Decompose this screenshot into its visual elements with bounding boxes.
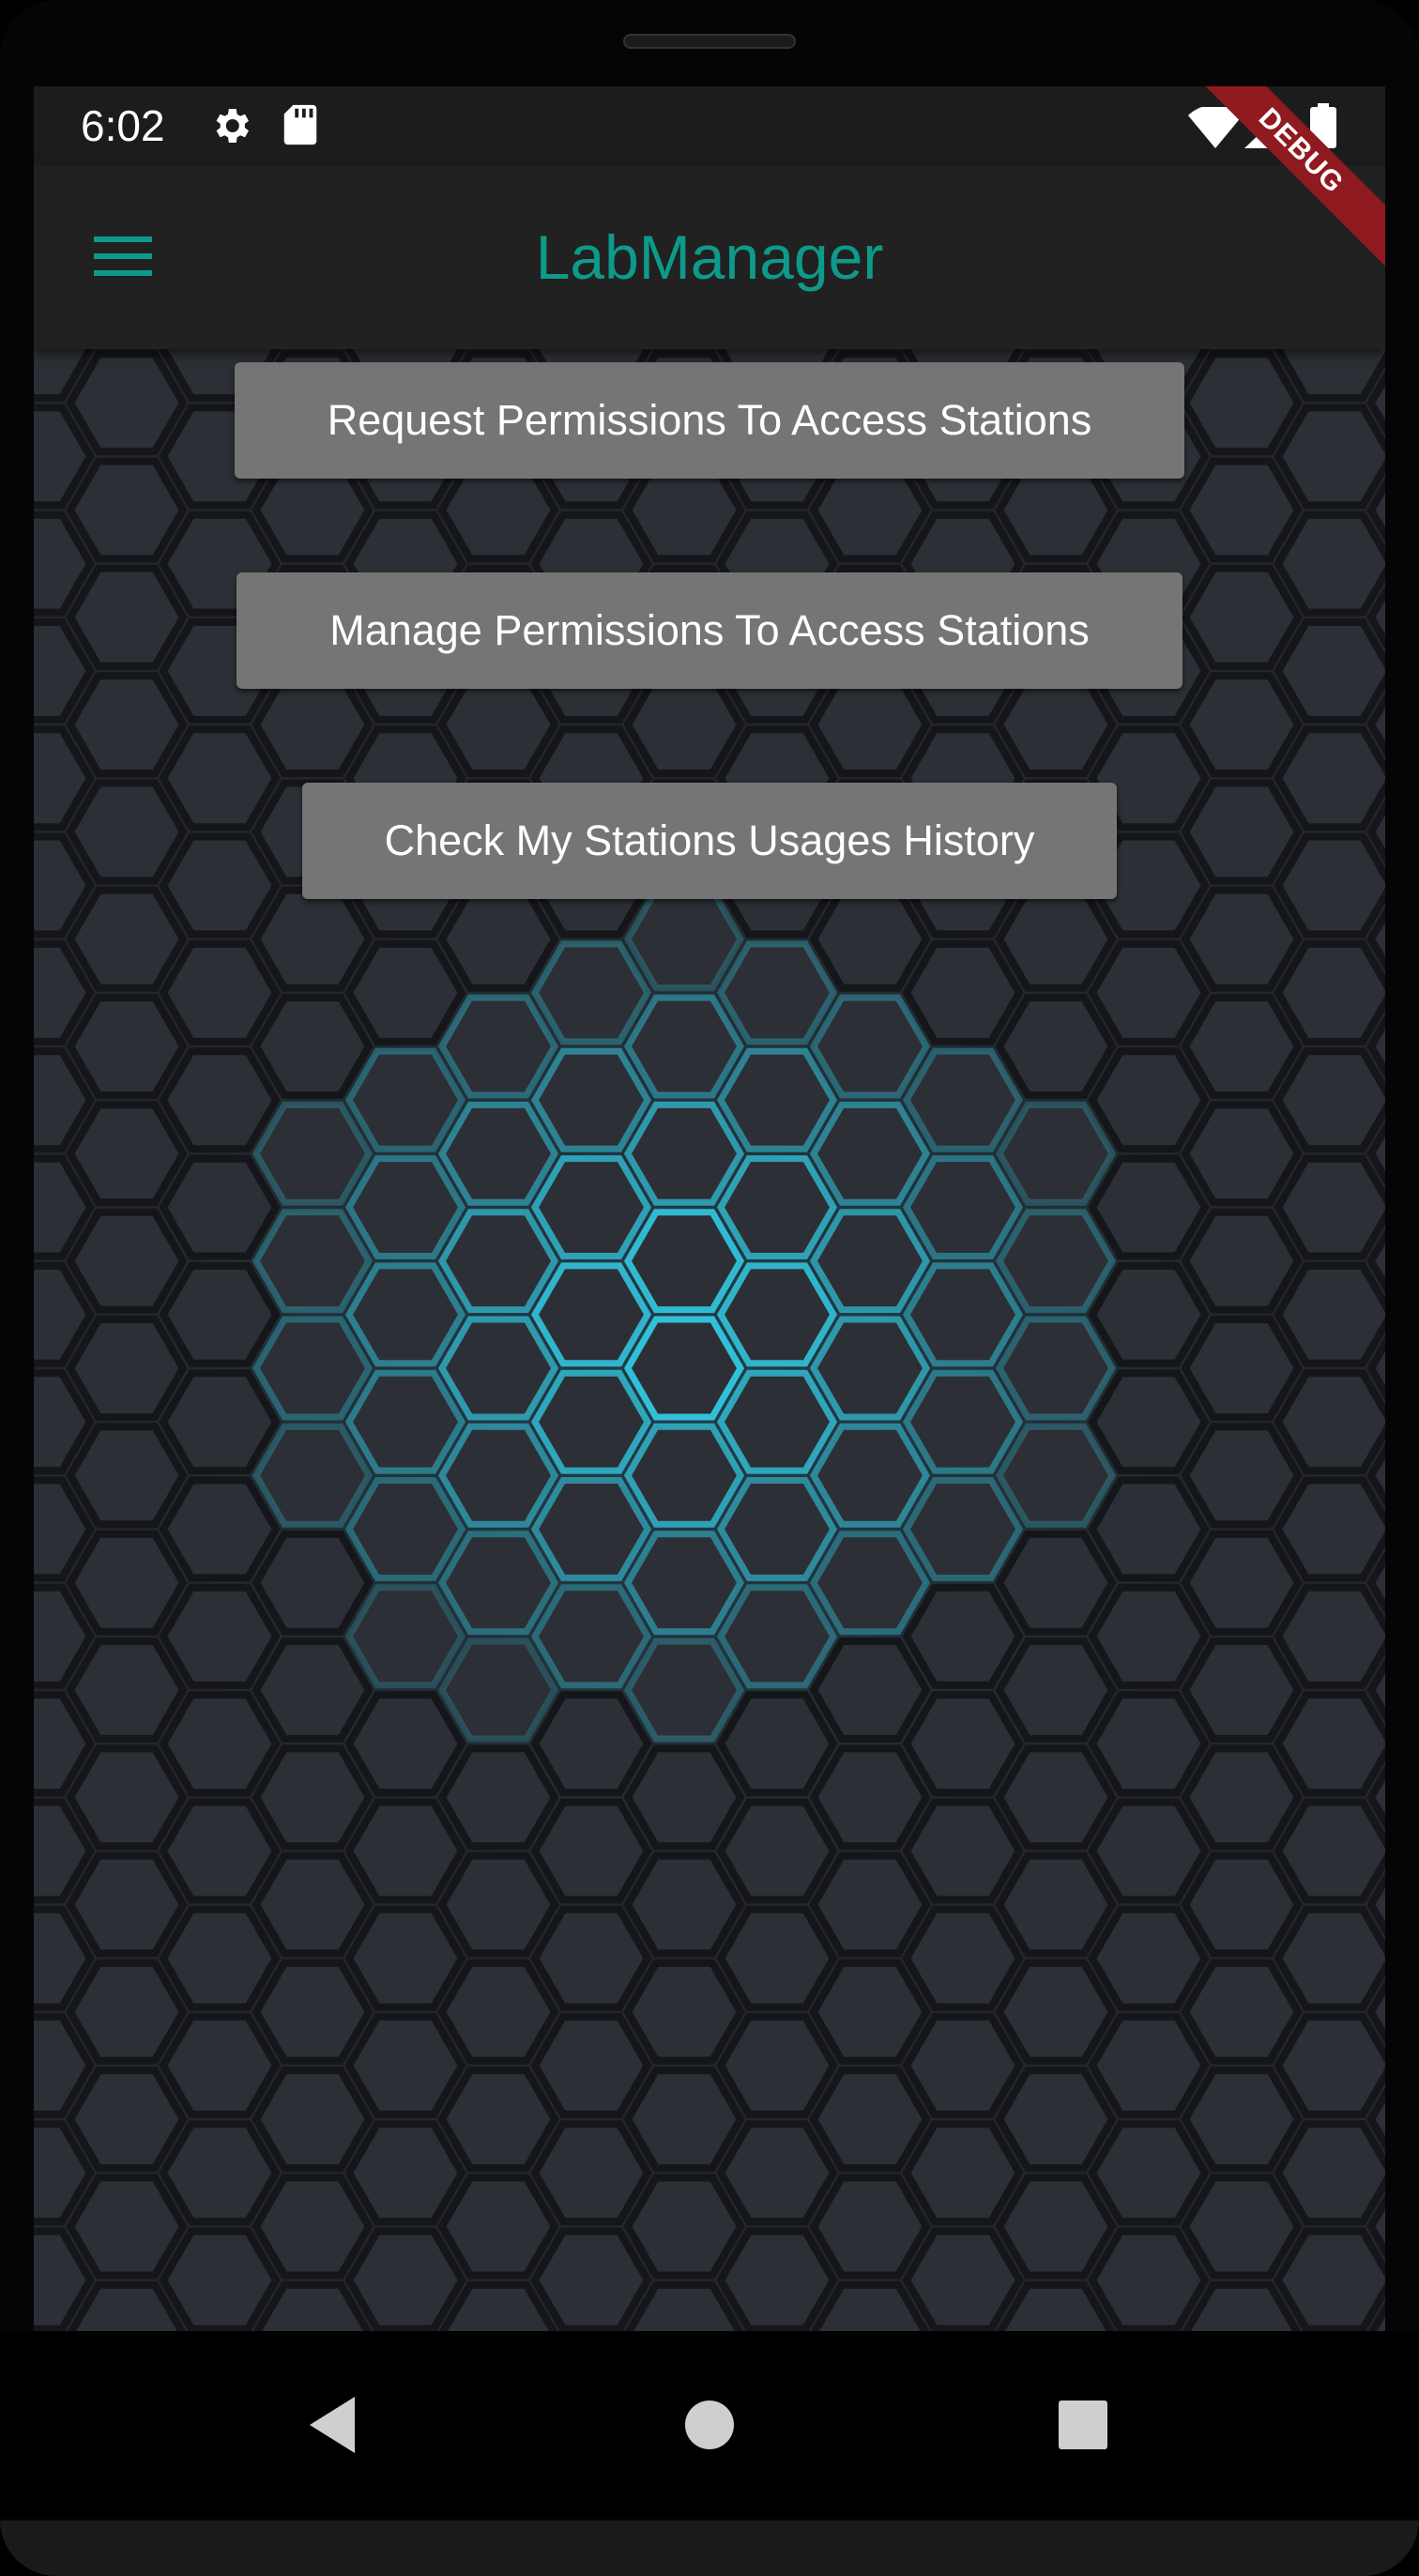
speaker-grille <box>623 34 796 49</box>
app-bar: LabManager <box>34 165 1385 349</box>
navigation-bar <box>0 2331 1419 2519</box>
phone-screen: 6:02 LabManager DEBUG Request Permission… <box>34 86 1385 2331</box>
phone-bottom-edge <box>0 2521 1419 2576</box>
phone-frame: 6:02 LabManager DEBUG Request Permission… <box>0 0 1419 2576</box>
menu-button[interactable] <box>90 223 158 291</box>
status-time: 6:02 <box>81 101 165 150</box>
app-title: LabManager <box>535 222 884 292</box>
manage-permissions-button[interactable]: Manage Permissions To Access Stations <box>236 572 1182 689</box>
back-icon[interactable] <box>297 2387 372 2462</box>
request-permissions-button[interactable]: Request Permissions To Access Stations <box>235 362 1184 479</box>
recents-icon[interactable] <box>1045 2387 1121 2462</box>
home-icon[interactable] <box>672 2387 747 2462</box>
hamburger-menu-icon <box>94 236 152 276</box>
main-content: Request Permissions To Access Stations M… <box>34 349 1385 2331</box>
status-bar: 6:02 <box>34 86 1385 165</box>
sd-card-icon <box>283 104 317 145</box>
usage-history-button[interactable]: Check My Stations Usages History <box>302 783 1117 899</box>
gear-icon <box>216 109 249 143</box>
